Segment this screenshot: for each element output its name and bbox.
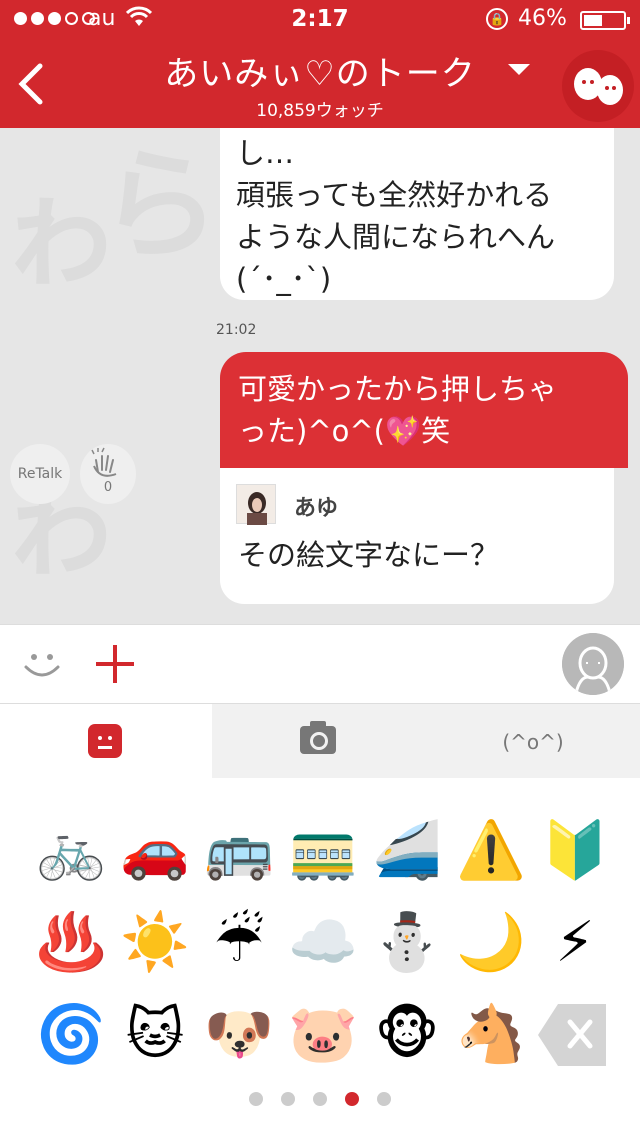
lightning-emoji[interactable]: ⚡ xyxy=(540,908,610,978)
car-emoji[interactable]: 🚗 xyxy=(120,816,190,886)
tab-emoji[interactable] xyxy=(0,704,212,778)
train-emoji[interactable]: 🚃 xyxy=(288,816,358,886)
background-watermark: ら xyxy=(100,135,220,276)
plus-icon[interactable] xyxy=(96,645,134,683)
emoji-grid: 🚲 🚗 🚌 🚃 🚄 ⚠️ 🔰 ♨️ ☀️ ☔ ☁️ ⛄ 🌙 ⚡ 🌀 🐱 🐶 🐷 🐵 🐴 xyxy=(0,778,640,1136)
reply-user-avatar xyxy=(236,484,276,525)
reply-text: その絵文字なにー？ xyxy=(238,538,500,572)
input-bar xyxy=(0,624,640,704)
umbrella-rain-emoji[interactable]: ☔ xyxy=(204,908,274,978)
page-dot[interactable] xyxy=(377,1092,391,1106)
rotation-lock-icon: 🔒 xyxy=(486,8,508,30)
snowman-emoji[interactable]: ⛄ xyxy=(372,908,442,978)
keyboard-tabs: (^o^) xyxy=(0,704,640,778)
caret-down-icon[interactable] xyxy=(508,64,530,75)
battery-icon xyxy=(580,11,630,30)
tab-camera[interactable] xyxy=(212,704,426,778)
horse-emoji[interactable]: 🐴 xyxy=(456,1000,526,1070)
cat-emoji[interactable]: 🐱 xyxy=(120,1000,190,1070)
smiley-icon[interactable] xyxy=(22,647,62,683)
bicycle-emoji[interactable]: 🚲 xyxy=(36,816,106,886)
talk-owner-avatar[interactable] xyxy=(562,50,634,122)
retalk-button[interactable]: ReTalk xyxy=(10,444,70,504)
backspace-icon[interactable] xyxy=(536,1002,608,1068)
kaomoji-tab-label: (^o^) xyxy=(502,730,564,754)
text-line: った)^o^(💖笑 xyxy=(238,414,451,448)
pig-emoji[interactable]: 🐷 xyxy=(288,1000,358,1070)
text-line: ような人間になられへん xyxy=(236,220,556,254)
cloud-emoji[interactable]: ☁️ xyxy=(288,908,358,978)
cyclone-emoji[interactable]: 🌀 xyxy=(36,1000,106,1070)
battery-percent: 46% xyxy=(518,6,567,31)
beginner-mark-emoji[interactable]: 🔰 xyxy=(540,816,610,886)
tab-kaomoji[interactable]: (^o^) xyxy=(426,704,640,778)
page-dot[interactable] xyxy=(249,1092,263,1106)
warning-emoji[interactable]: ⚠️ xyxy=(456,816,526,886)
talk-title[interactable]: あいみぃ♡のトーク xyxy=(0,46,640,95)
clap-button[interactable] xyxy=(80,444,136,504)
header-bar: au 2:17 🔒 46% あいみぃ♡のトーク 10,859ウォッチ xyxy=(0,0,640,128)
page-dot[interactable] xyxy=(345,1092,359,1106)
moon-emoji[interactable]: 🌙 xyxy=(456,908,526,978)
emoji-face-icon xyxy=(88,724,122,758)
text-line: (´･_･`) xyxy=(236,262,332,296)
dog-emoji[interactable]: 🐶 xyxy=(204,1000,274,1070)
text-line: 頑張っても全然好かれる xyxy=(236,178,553,212)
text-line: 可愛かったから押しちゃ xyxy=(238,372,558,406)
page-dot[interactable] xyxy=(281,1092,295,1106)
clap-icon xyxy=(91,447,117,477)
bus-emoji[interactable]: 🚌 xyxy=(204,816,274,886)
received-message-text: し… 頑張っても全然好かれる ような人間になられへん (´･_･`) xyxy=(236,132,606,300)
clap-count: 0 xyxy=(103,480,113,495)
sent-message-text: 可愛かったから押しちゃ った)^o^(💖笑 xyxy=(238,368,608,452)
sun-emoji[interactable]: ☀️ xyxy=(120,908,190,978)
camera-icon xyxy=(300,721,336,754)
reply-user-name: あゆ xyxy=(294,496,339,521)
text-line: し… xyxy=(236,136,295,170)
page-dot[interactable] xyxy=(313,1092,327,1106)
message-timestamp: 21:02 xyxy=(216,322,257,338)
hot-springs-emoji[interactable]: ♨️ xyxy=(36,908,106,978)
page-indicator xyxy=(0,1092,640,1106)
bullet-train-emoji[interactable]: 🚄 xyxy=(372,816,442,886)
monkey-emoji[interactable]: 🐵 xyxy=(372,1000,442,1070)
chat-timeline[interactable]: ゎ ら ゎ し… 頑張っても全然好かれる ような人間になられへん (´･_･`) 21… xyxy=(0,128,640,624)
watch-count: 10,859ウォッチ xyxy=(256,101,384,121)
status-bar: au 2:17 🔒 46% xyxy=(0,0,640,40)
user-avatar-icon[interactable] xyxy=(562,633,624,695)
